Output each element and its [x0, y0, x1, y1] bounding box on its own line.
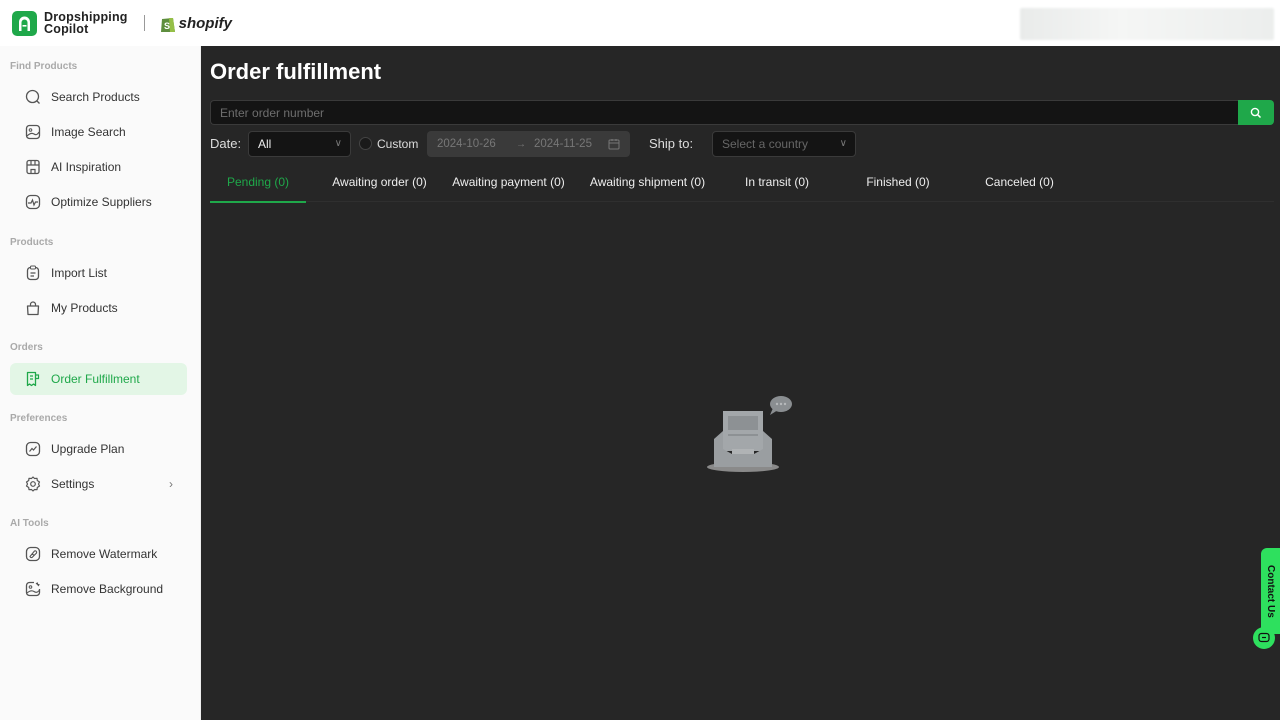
trend-icon — [24, 440, 42, 458]
tab-pending[interactable]: Pending (0) — [210, 162, 306, 203]
sidebar-item-remove-watermark[interactable]: Remove Watermark — [10, 538, 187, 570]
svg-text:S: S — [164, 21, 170, 31]
chevron-down-icon: ∨ — [334, 138, 342, 149]
brand-name: Dropshipping Copilot — [44, 11, 128, 36]
contact-us-label: Contact Us — [1265, 564, 1276, 618]
ship-to-label: Ship to: — [649, 136, 694, 151]
shopify-bag-icon: S — [160, 17, 175, 32]
store-icon — [24, 158, 42, 176]
bag-icon — [24, 299, 42, 317]
calendar-icon — [608, 138, 620, 153]
empty-inbox-icon — [707, 396, 792, 472]
sidebar-item-label: Upgrade Plan — [51, 442, 125, 456]
sidebar-item-label: Remove Watermark — [51, 547, 158, 561]
section-products: Products — [10, 237, 54, 248]
sidebar-item-label: AI Inspiration — [51, 160, 122, 174]
sidebar-item-label: My Products — [51, 301, 118, 315]
search-button[interactable] — [1238, 100, 1274, 125]
sidebar-item-label: Order Fulfillment — [51, 372, 140, 386]
sidebar-item-remove-background[interactable]: Remove Background — [10, 573, 187, 605]
shopify-logo: S shopify — [160, 14, 232, 33]
country-select[interactable]: Select a country ∨ — [712, 131, 856, 157]
date-start: 2024-10-26 — [437, 138, 496, 150]
order-number-input[interactable] — [210, 100, 1238, 125]
date-select[interactable]: All ∨ — [248, 131, 351, 157]
gear-icon — [24, 475, 42, 493]
sidebar-item-image-search[interactable]: Image Search — [10, 116, 187, 148]
tab-canceled[interactable]: Canceled (0) — [972, 162, 1067, 202]
sidebar-item-settings[interactable]: Settings › — [10, 468, 187, 500]
search-icon — [1250, 107, 1262, 118]
sidebar-item-label: Optimize Suppliers — [51, 195, 152, 209]
sidebar-item-label: Settings — [51, 477, 95, 491]
custom-date-radio[interactable] — [359, 137, 372, 150]
eraser-icon — [24, 545, 42, 563]
app-logo[interactable]: Dropshipping Copilot — [12, 10, 128, 36]
sidebar-item-search-products[interactable]: Search Products — [10, 81, 187, 113]
section-ai-tools: AI Tools — [10, 518, 49, 529]
receipt-icon — [24, 370, 42, 388]
section-orders: Orders — [10, 342, 43, 353]
search-icon — [24, 88, 42, 106]
chat-bubble-icon[interactable] — [1253, 627, 1275, 649]
shopify-wordmark: shopify — [178, 14, 232, 32]
empty-state-illustration — [706, 391, 796, 476]
filter-row: Date: All ∨ Custom 2024-10-26 → 2024-11-… — [210, 131, 1270, 157]
tab-awaiting-shipment[interactable]: Awaiting shipment (0) — [584, 162, 711, 202]
chevron-down-icon: ∨ — [839, 138, 847, 149]
top-bar: Dropshipping Copilot S shopify — [0, 0, 1280, 46]
chevron-right-icon: › — [169, 477, 173, 491]
order-search-bar — [210, 100, 1274, 125]
sidebar-item-order-fulfillment[interactable]: Order Fulfillment — [10, 363, 187, 395]
page-title: Order fulfillment — [210, 59, 382, 84]
tab-awaiting-order[interactable]: Awaiting order (0) — [326, 162, 433, 202]
order-status-tabs: Pending (0) Awaiting order (0) Awaiting … — [210, 162, 1274, 203]
magic-image-icon — [24, 580, 42, 598]
divider — [143, 15, 145, 31]
pulse-icon — [24, 193, 42, 211]
date-select-value: All — [258, 137, 272, 151]
user-account-area[interactable] — [1020, 8, 1274, 40]
sidebar-item-optimize-suppliers[interactable]: Optimize Suppliers — [10, 186, 187, 218]
sidebar-item-import-list[interactable]: Import List — [10, 257, 187, 289]
contact-us-tab[interactable]: Contact Us — [1261, 548, 1280, 634]
clipboard-icon — [24, 264, 42, 282]
sidebar-item-label: Image Search — [51, 125, 126, 139]
sidebar-item-label: Remove Background — [51, 582, 164, 596]
section-find-products: Find Products — [10, 61, 78, 72]
date-range-picker[interactable]: 2024-10-26 → 2024-11-25 — [427, 131, 630, 157]
brand-line-2: Copilot — [44, 22, 89, 36]
date-end: 2024-11-25 — [534, 138, 592, 150]
section-preferences: Preferences — [10, 413, 68, 424]
main-content: Order fulfillment Date: All ∨ Custom 202… — [201, 46, 1280, 720]
sidebar-item-upgrade-plan[interactable]: Upgrade Plan — [10, 433, 187, 465]
custom-label: Custom — [377, 137, 419, 151]
tab-in-transit[interactable]: In transit (0) — [732, 162, 822, 202]
sidebar-item-label: Search Products — [51, 90, 140, 104]
image-icon — [24, 123, 42, 141]
sidebar-item-ai-inspiration[interactable]: AI Inspiration — [10, 151, 187, 183]
arrow-right-icon: → — [516, 138, 526, 150]
date-label: Date: — [210, 136, 242, 151]
sidebar-item-label: Import List — [51, 266, 108, 280]
sidebar: Find Products Search Products Image Sear… — [0, 46, 201, 720]
tab-awaiting-payment[interactable]: Awaiting payment (0) — [447, 162, 570, 202]
tab-finished[interactable]: Finished (0) — [853, 162, 943, 202]
country-select-placeholder: Select a country — [722, 137, 809, 151]
logo-mark-icon — [12, 10, 37, 36]
sidebar-item-my-products[interactable]: My Products — [10, 292, 187, 324]
